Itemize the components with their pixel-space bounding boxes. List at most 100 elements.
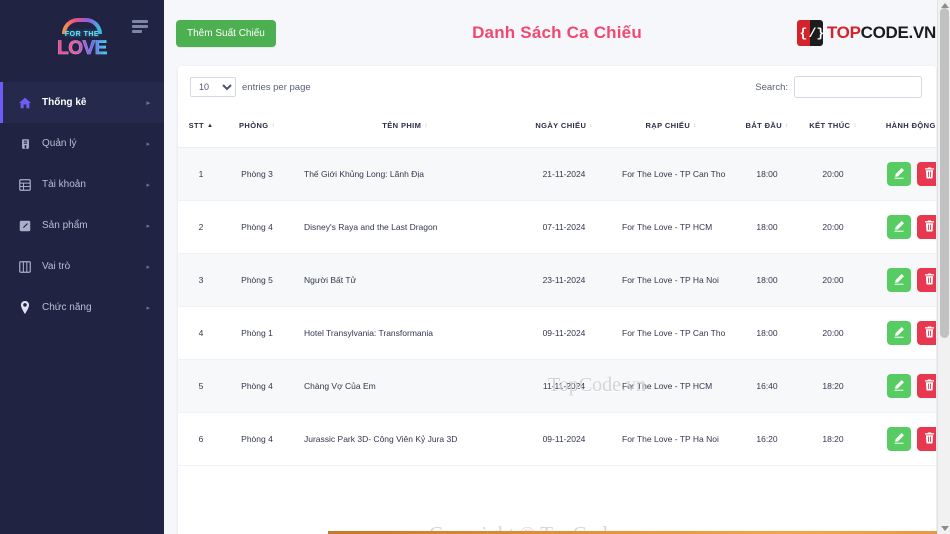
cell-ket-thuc: 20:00 [800, 253, 866, 307]
cell-ngay-chieu: 21-11-2024 [520, 147, 608, 201]
cell-rap-chieu: For The Love - TP Ha Noi [608, 253, 734, 307]
cell-hanh-dong [866, 147, 936, 201]
delete-row-button[interactable] [917, 427, 936, 451]
column-header-ten-phim[interactable]: TÊN PHIM ↕ [290, 106, 520, 148]
sidebar-item-san-pham[interactable]: Sản phẩm ▸ [0, 205, 164, 246]
delete-icon [924, 166, 935, 182]
home-icon [16, 97, 34, 109]
column-header-ket-thuc[interactable]: KẾT THÚC ↕ [800, 106, 866, 148]
delete-row-button[interactable] [917, 374, 936, 398]
column-header-ngay-chieu[interactable]: NGÀY CHIẾU ↕ [520, 106, 608, 148]
entries-per-page: 102550100 entries per page [190, 77, 311, 97]
sidebar-item-chuc-nang[interactable]: Chức năng ▸ [0, 287, 164, 328]
delete-icon [924, 325, 935, 341]
cell-ngay-chieu: 07-11-2024 [520, 200, 608, 254]
column-label: TÊN PHIM [382, 121, 422, 130]
showtimes-table: STT ▲ PHÒNG ↕ TÊN PHIM ↕ NGÀY CHIẾU ↕ RẠP CH… [178, 106, 936, 466]
edit-row-button[interactable] [887, 268, 911, 292]
cell-hanh-dong [866, 253, 936, 307]
cell-bat-dau: 18:00 [734, 200, 800, 254]
search-input[interactable] [794, 76, 922, 98]
delete-row-button[interactable] [917, 215, 936, 239]
building-icon [16, 138, 34, 150]
column-label: PHÒNG [239, 121, 269, 130]
cell-stt: 1 [178, 147, 224, 201]
cell-ten-phim: Chàng Vợ Của Em [290, 359, 520, 413]
brand-logo[interactable]: FOR THE LOVE [48, 10, 116, 66]
sidebar-item-label: Chức năng [42, 302, 92, 313]
edit-icon [893, 432, 905, 447]
edit-icon [893, 167, 905, 182]
add-showtime-button[interactable]: Thêm Suất Chiếu [176, 19, 276, 47]
sort-icon: ↕ [589, 123, 593, 130]
delete-icon [924, 219, 935, 235]
edit-row-button[interactable] [887, 427, 911, 451]
cell-ket-thuc: 18:20 [800, 359, 866, 413]
column-header-bat-dau[interactable]: BẮT ĐẦU ↕ [734, 106, 800, 148]
cell-phong: Phòng 5 [224, 253, 290, 307]
app-root: FOR THE LOVE Thống kê ▸ Quản lý ▸ Tài kh… [0, 0, 950, 534]
cell-rap-chieu: For The Love - TP Can Tho [608, 306, 734, 360]
hamburger-icon[interactable] [132, 20, 148, 33]
topcode-logo: { /} TOPCODE.VN [796, 20, 937, 46]
page-scrollbar[interactable] [937, 0, 950, 534]
delete-row-button[interactable] [917, 268, 936, 292]
edit-icon [893, 379, 905, 394]
delete-icon [924, 378, 935, 394]
sort-icon: ↕ [853, 123, 857, 130]
sidebar-item-thong-ke[interactable]: Thống kê ▸ [0, 82, 164, 123]
cell-hanh-dong [866, 200, 936, 254]
sidebar-item-tai-khoan[interactable]: Tài khoản ▸ [0, 164, 164, 205]
column-header-rap-chieu[interactable]: RẠP CHIẾU ↕ [608, 106, 734, 148]
cell-bat-dau: 18:00 [734, 306, 800, 360]
cell-rap-chieu: For The Love - TP HCM [608, 200, 734, 254]
cell-ten-phim: Người Bất Tử [290, 253, 520, 307]
cell-rap-chieu: For The Love - TP Can Tho [608, 147, 734, 201]
hamburger-bar [132, 20, 148, 23]
scroll-down-arrow-icon[interactable] [941, 526, 949, 531]
row-actions [872, 162, 936, 186]
sidebar-item-label: Tài khoản [42, 179, 86, 190]
cell-ten-phim: Hotel Transylvania: Transformania [290, 306, 520, 360]
edit-row-button[interactable] [887, 162, 911, 186]
edit-icon [893, 273, 905, 288]
chevron-right-icon: ▸ [146, 181, 150, 189]
edit-row-button[interactable] [887, 321, 911, 345]
sidebar-item-label: Sản phẩm [42, 220, 88, 231]
column-header-phong[interactable]: PHÒNG ↕ [224, 106, 290, 148]
scrollbar-thumb[interactable] [940, 8, 949, 338]
cell-stt: 3 [178, 253, 224, 307]
delete-row-button[interactable] [917, 162, 936, 186]
sort-icon: ↕ [785, 123, 789, 130]
chevron-right-icon: ▸ [146, 99, 150, 107]
entries-select[interactable]: 102550100 [190, 77, 236, 97]
sidebar-nav: Thống kê ▸ Quản lý ▸ Tài khoản ▸ Sản phẩ… [0, 82, 164, 328]
column-label: KẾT THÚC [809, 121, 851, 130]
cell-ket-thuc: 20:00 [800, 147, 866, 201]
topcode-mark-icon: { /} [796, 20, 824, 46]
topcode-word-black: CODE.VN [860, 23, 937, 42]
cell-phong: Phòng 4 [224, 412, 290, 466]
delete-row-button[interactable] [917, 321, 936, 345]
column-label: BẮT ĐẦU [745, 121, 783, 130]
cell-bat-dau: 16:20 [734, 412, 800, 466]
sidebar-item-quan-ly[interactable]: Quản lý ▸ [0, 123, 164, 164]
row-actions [872, 268, 936, 292]
main-content: Thêm Suất Chiếu Danh Sách Ca Chiếu { /} … [164, 0, 950, 534]
column-header-stt[interactable]: STT ▲ [178, 106, 224, 148]
cell-phong: Phòng 3 [224, 147, 290, 201]
sidebar-header: FOR THE LOVE [0, 0, 164, 76]
edit-row-button[interactable] [887, 374, 911, 398]
row-actions [872, 321, 936, 345]
column-header-hanh-dong[interactable]: HÀNH ĐỘNG↕ [866, 106, 936, 148]
hamburger-bar [132, 25, 148, 28]
sidebar-item-label: Vai trò [42, 261, 71, 272]
brand-line-2: LOVE [57, 37, 108, 59]
edit-icon [893, 326, 905, 341]
sidebar-item-label: Quản lý [42, 138, 77, 149]
edit-row-button[interactable] [887, 215, 911, 239]
edit-icon [893, 220, 905, 235]
cell-phong: Phòng 4 [224, 359, 290, 413]
chevron-right-icon: ▸ [146, 222, 150, 230]
sidebar-item-vai-tro[interactable]: Vai trò ▸ [0, 246, 164, 287]
